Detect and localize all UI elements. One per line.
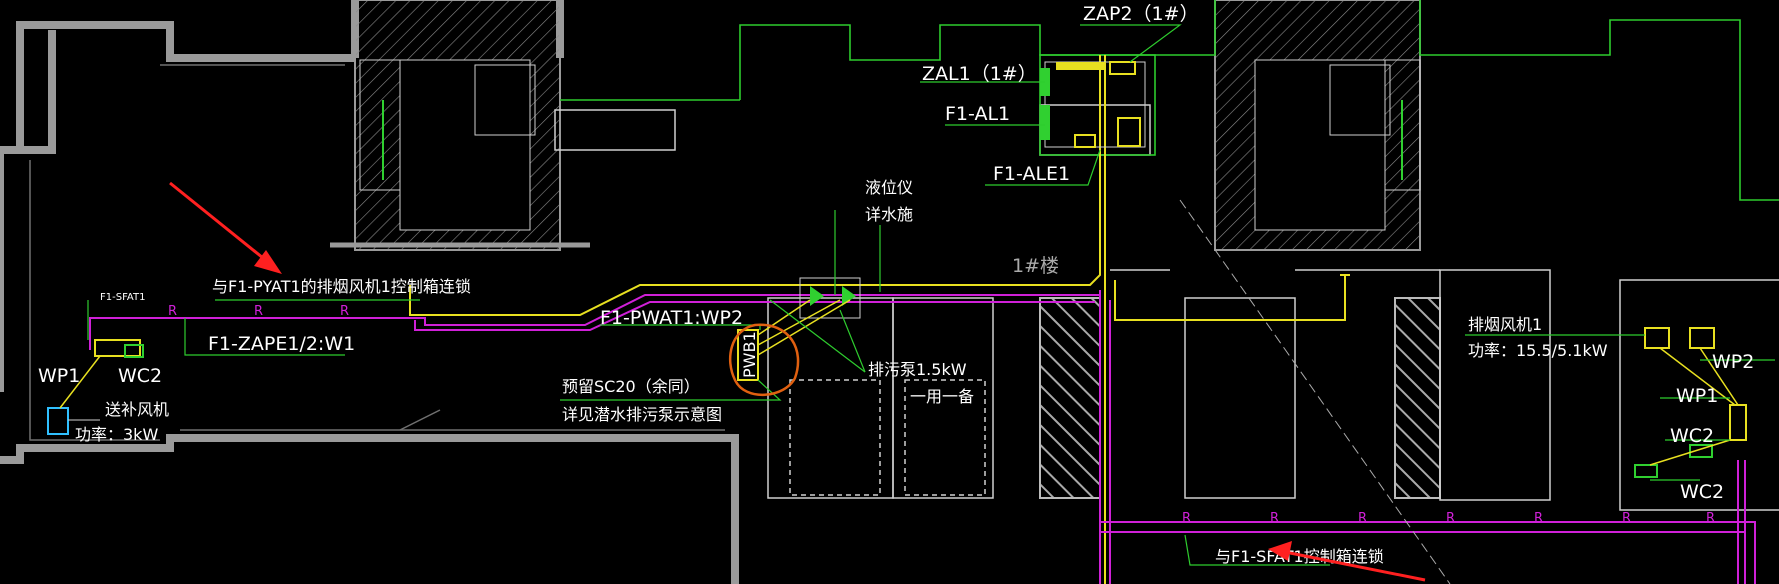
label-f1-ale1: F1-ALE1 bbox=[993, 163, 1070, 185]
label-wc2-right-upper: WC2 bbox=[1670, 425, 1714, 447]
annotation-arrow-icon bbox=[169, 181, 282, 274]
label-f1-sfat1-bottom: 与F1-SFAT1控制箱连锁 bbox=[1215, 547, 1384, 566]
label-wp1-left: WP1 bbox=[38, 365, 80, 387]
label-building-1: 1#楼 bbox=[1012, 255, 1059, 277]
label-see-diagram: 详见潜水排污泵示意图 bbox=[562, 405, 722, 424]
label-reserved-sc20: 预留SC20（余同） bbox=[562, 377, 700, 396]
label-sewage-pump: 排污泵1.5kW bbox=[868, 360, 967, 379]
label-power-3kw: 功率：3kW bbox=[75, 425, 158, 444]
r-mark: R bbox=[254, 304, 263, 319]
left-fan-equipment bbox=[47, 339, 144, 435]
label-wc2-right-lower: WC2 bbox=[1680, 481, 1724, 503]
r-mark: R bbox=[168, 304, 177, 319]
cad-floor-plan[interactable]: R R R R R R R R R R ZAP2（1#） ZAL1（1#） F1… bbox=[0, 0, 1779, 584]
label-wp2-right: WP2 bbox=[1712, 351, 1754, 373]
core-left bbox=[330, 0, 590, 251]
label-pwb1: PWB1 bbox=[740, 331, 759, 378]
label-f1-pyat1: 与F1-PYAT1的排烟风机1控制箱连锁 bbox=[212, 277, 471, 296]
label-f1-sfat1-small: F1-SFAT1 bbox=[100, 292, 145, 303]
r-mark: R bbox=[1358, 511, 1367, 526]
label-wc2-left: WC2 bbox=[118, 365, 162, 387]
label-exhaust-fan: 排烟风机1 bbox=[1468, 315, 1542, 334]
label-one-use-one-spare: 一用一备 bbox=[910, 387, 974, 406]
building-outline bbox=[560, 0, 1779, 201]
label-wp1-right: WP1 bbox=[1676, 385, 1718, 407]
r-mark: R bbox=[1446, 511, 1455, 526]
label-f1-pwat1: F1-PWAT1:WP2 bbox=[600, 307, 743, 329]
label-supply-fan: 送补风机 bbox=[105, 400, 169, 419]
r-mark: R bbox=[340, 304, 349, 319]
core-right bbox=[1214, 0, 1421, 251]
pipe-r-marks: R R R R R R R R R R bbox=[168, 304, 1715, 526]
label-zap2: ZAP2（1#） bbox=[1083, 3, 1199, 25]
r-mark: R bbox=[1706, 511, 1715, 526]
r-mark: R bbox=[1270, 511, 1279, 526]
label-level-meter: 液位仪 bbox=[865, 178, 913, 197]
r-mark: R bbox=[1622, 511, 1631, 526]
label-zal1: ZAL1（1#） bbox=[922, 63, 1037, 85]
label-power-exhaust: 功率：15.5/5.1kW bbox=[1468, 341, 1608, 360]
r-mark: R bbox=[1182, 511, 1191, 526]
label-f1-al1: F1-AL1 bbox=[945, 103, 1010, 125]
label-f1-zape: F1-ZAPE1/2:W1 bbox=[208, 333, 355, 355]
label-see-water: 详水施 bbox=[865, 205, 913, 224]
r-mark: R bbox=[1534, 511, 1543, 526]
